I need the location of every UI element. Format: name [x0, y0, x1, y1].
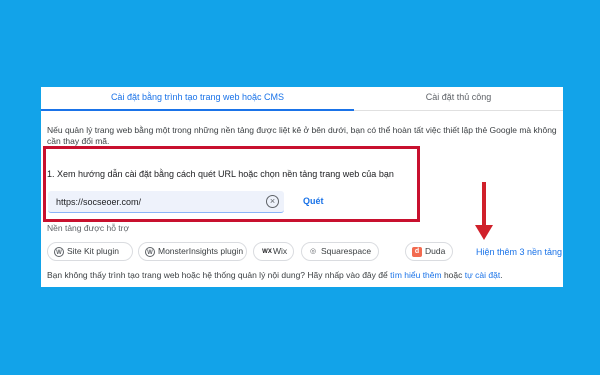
- wordpress-icon: W: [54, 247, 64, 257]
- footer-middle: hoặc: [441, 270, 465, 280]
- tab-cms-install[interactable]: Cài đặt bằng trình tạo trang web hoặc CM…: [41, 87, 354, 111]
- learn-more-link[interactable]: tìm hiểu thêm: [390, 270, 442, 280]
- url-input[interactable]: [56, 195, 256, 209]
- duda-icon: d: [412, 247, 422, 257]
- annotation-arrow-head: [475, 225, 493, 240]
- tab-manual-install[interactable]: Cài đặt thủ công: [354, 87, 563, 111]
- footer-text: Bạn không thấy trình tạo trang web hoặc …: [47, 270, 559, 280]
- chip-label: Duda: [425, 246, 446, 256]
- chip-label: Wix: [273, 246, 288, 256]
- footer-prefix: Bạn không thấy trình tạo trang web hoặc …: [47, 270, 391, 280]
- manual-install-link[interactable]: tự cài đặt: [465, 270, 500, 280]
- chip-site-kit[interactable]: W Site Kit plugin: [47, 242, 133, 261]
- squarespace-icon: ◎: [309, 248, 317, 255]
- chip-duda[interactable]: d Duda: [405, 242, 453, 261]
- wix-icon: WX: [262, 249, 272, 255]
- chip-monsterinsights[interactable]: W MonsterInsights plugin: [138, 242, 247, 261]
- intro-text: Nếu quản lý trang web bằng một trong nhữ…: [47, 125, 557, 146]
- show-more-platforms-link[interactable]: Hiện thêm 3 nền tảng: [476, 247, 562, 257]
- chip-wix[interactable]: WX Wix: [253, 242, 294, 261]
- chip-label: Squarespace: [321, 246, 372, 256]
- active-tab-indicator: [41, 109, 354, 111]
- clear-icon[interactable]: ×: [266, 195, 279, 208]
- footer-suffix: .: [500, 270, 503, 280]
- chip-squarespace[interactable]: ◎ Squarespace: [301, 242, 379, 261]
- url-field[interactable]: ×: [48, 191, 284, 213]
- chip-label: Site Kit plugin: [67, 246, 119, 256]
- wordpress-icon: W: [145, 247, 155, 257]
- supported-platforms-label: Nền tảng được hỗ trợ: [47, 223, 130, 233]
- tab-bar: Cài đặt bằng trình tạo trang web hoặc CM…: [41, 87, 563, 111]
- scan-button[interactable]: Quét: [303, 196, 324, 206]
- step-instruction: 1. Xem hướng dẫn cài đặt bằng cách quét …: [47, 169, 394, 179]
- chip-label: MonsterInsights plugin: [158, 246, 244, 256]
- annotation-arrow-shaft: [482, 182, 486, 227]
